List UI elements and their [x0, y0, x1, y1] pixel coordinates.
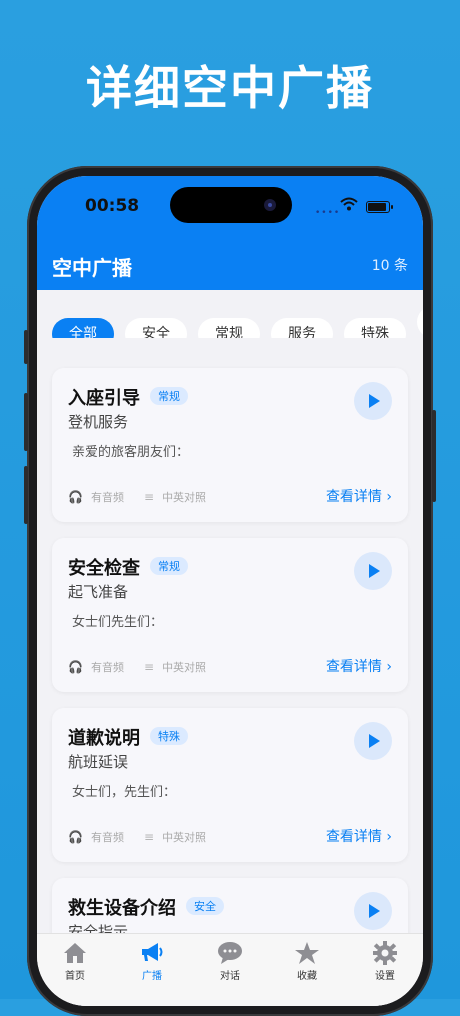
card-greeting: 亲爱的旅客朋友们：	[72, 445, 190, 460]
bilingual-label: 中英对照	[162, 661, 207, 674]
megaphone-icon	[124, 940, 180, 966]
chevron-right-icon: ›	[386, 829, 392, 845]
play-button[interactable]	[354, 892, 392, 930]
tab-label: 广播	[142, 971, 162, 982]
filter-chip-more[interactable]	[417, 306, 423, 338]
phone-volume-down	[24, 466, 28, 524]
bilingual-label: 中英对照	[162, 491, 207, 504]
chevron-right-icon: ›	[386, 489, 392, 505]
camera-icon	[264, 199, 276, 211]
category-tag: 常规	[150, 557, 188, 575]
announcement-card[interactable]: 安全检查 常规 起飞准备 女士们先生们： 🎧 有音频 ≡ 中英对照 查看详情 ›	[52, 538, 408, 692]
card-subtitle: 航班延误	[68, 753, 129, 771]
tab-dialogue[interactable]: 对话	[202, 940, 258, 982]
card-subtitle: 登机服务	[68, 413, 129, 431]
card-title: 安全检查	[68, 558, 140, 579]
card-greeting: 女士们，先生们：	[72, 785, 177, 800]
filter-chip-safety[interactable]: 安全	[125, 318, 187, 338]
bilingual-indicator: ≡ 中英对照	[144, 829, 206, 845]
bilingual-indicator: ≡ 中英对照	[144, 659, 206, 675]
card-greeting: 女士们先生们：	[72, 615, 164, 630]
chat-bubble-icon	[202, 940, 258, 966]
filter-chip-all[interactable]: 全部	[52, 318, 114, 338]
bilingual-indicator: ≡ 中英对照	[144, 489, 206, 505]
text-lines-icon: ≡	[144, 660, 155, 674]
audio-indicator: 🎧 有音频	[68, 829, 124, 845]
card-subtitle: 起飞准备	[68, 583, 129, 601]
phone-screen: 00:58 •••• 空中广播 10 条 全部 安全 常规 服务 特殊 入座引导 常规 …	[37, 176, 423, 1006]
headphones-icon: 🎧	[68, 660, 83, 674]
tab-favorites[interactable]: 收藏	[279, 940, 335, 982]
announcement-card[interactable]: 道歉说明 特殊 航班延误 女士们，先生们： 🎧 有音频 ≡ 中英对照 查看详情 ›	[52, 708, 408, 862]
text-lines-icon: ≡	[144, 490, 155, 504]
filter-chips: 全部 安全 常规 服务 特殊	[52, 306, 423, 338]
category-tag: 特殊	[150, 727, 188, 745]
audio-indicator: 🎧 有音频	[68, 489, 124, 505]
play-button[interactable]	[354, 552, 392, 590]
audio-indicator: 🎧 有音频	[68, 659, 124, 675]
card-title: 道歉说明	[68, 728, 140, 749]
star-icon	[279, 940, 335, 966]
category-tag: 常规	[150, 387, 188, 405]
app-header: 空中广播 10 条	[37, 244, 423, 290]
view-details-link[interactable]: 查看详情 ›	[326, 486, 392, 506]
headphones-icon: 🎧	[68, 490, 83, 504]
status-time: 00:58	[85, 196, 140, 216]
phone-power-button	[432, 410, 436, 502]
phone-volume-up	[24, 393, 28, 451]
audio-label: 有音频	[90, 661, 124, 674]
card-title: 入座引导	[68, 388, 140, 409]
headphones-icon: 🎧	[68, 830, 83, 844]
view-details-label: 查看详情	[325, 829, 382, 845]
view-details-link[interactable]: 查看详情 ›	[326, 826, 392, 846]
wifi-icon	[340, 197, 358, 211]
filter-chip-special[interactable]: 特殊	[344, 318, 406, 338]
play-button[interactable]	[354, 382, 392, 420]
tab-label: 收藏	[297, 971, 317, 982]
cellular-signal-icon: ••••	[315, 208, 341, 218]
tab-home[interactable]: 首页	[47, 940, 103, 982]
battery-icon	[366, 201, 393, 213]
item-count: 10 条	[371, 258, 408, 274]
filter-chip-service[interactable]: 服务	[271, 318, 333, 338]
status-bar: 00:58 ••••	[37, 176, 423, 244]
dynamic-island	[170, 187, 292, 223]
audio-label: 有音频	[90, 831, 124, 844]
category-tag: 安全	[186, 897, 224, 915]
tab-broadcast[interactable]: 广播	[124, 940, 180, 982]
view-details-link[interactable]: 查看详情 ›	[326, 656, 392, 676]
tab-label: 对话	[220, 971, 240, 982]
announcement-card[interactable]: 入座引导 常规 登机服务 亲爱的旅客朋友们： 🎧 有音频 ≡ 中英对照 查看详情 ›	[52, 368, 408, 522]
view-details-label: 查看详情	[325, 659, 382, 675]
promo-headline: 详细空中广播	[86, 61, 374, 115]
view-details-label: 查看详情	[325, 489, 382, 505]
tab-label: 设置	[375, 971, 395, 982]
page-title: 空中广播	[52, 256, 132, 280]
text-lines-icon: ≡	[144, 830, 155, 844]
bottom-tab-bar: 首页 广播 对话 收藏 设置	[37, 933, 423, 1006]
filter-chip-routine[interactable]: 常规	[198, 318, 260, 338]
tab-settings[interactable]: 设置	[357, 940, 413, 982]
chevron-right-icon: ›	[386, 659, 392, 675]
gear-icon	[357, 940, 413, 966]
tab-label: 首页	[65, 971, 85, 982]
card-title: 救生设备介绍	[68, 898, 176, 919]
play-button[interactable]	[354, 722, 392, 760]
phone-mute-switch	[24, 330, 28, 364]
bilingual-label: 中英对照	[162, 831, 207, 844]
audio-label: 有音频	[90, 491, 124, 504]
home-icon	[47, 940, 103, 966]
